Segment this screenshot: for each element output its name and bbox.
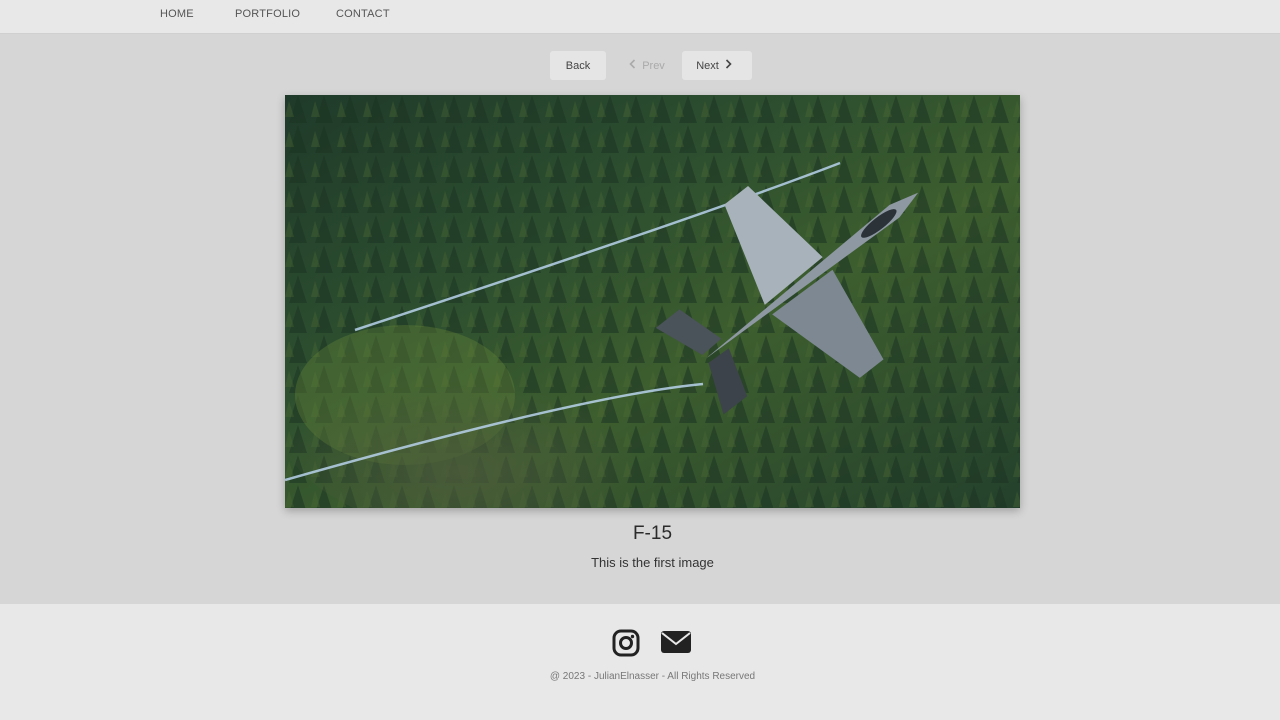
chevron-right-icon — [725, 59, 732, 72]
back-button-label: Back — [565, 59, 591, 72]
nav-home-link[interactable]: HOME — [160, 8, 194, 20]
next-button-label: Next — [696, 59, 719, 72]
email-icon[interactable] — [660, 629, 692, 660]
chevron-left-icon — [629, 59, 636, 72]
prev-button-label: Prev — [642, 59, 665, 72]
nav-portfolio-link[interactable]: PORTFOLIO — [235, 8, 300, 20]
copyright-text: @ 2023 - JulianElnasser - All Rights Res… — [549, 671, 756, 682]
top-navigation: HOME PORTFOLIO CONTACT — [0, 0, 1280, 34]
gallery-image — [285, 95, 1020, 508]
footer: @ 2023 - JulianElnasser - All Rights Res… — [0, 604, 1280, 720]
image-title: F-15 — [632, 523, 673, 544]
nav-contact-link[interactable]: CONTACT — [336, 8, 390, 20]
back-button[interactable]: Back — [550, 51, 606, 80]
image-description: This is the first image — [591, 555, 714, 570]
prev-button[interactable]: Prev — [612, 51, 676, 80]
next-button[interactable]: Next — [682, 51, 752, 80]
instagram-icon[interactable] — [612, 629, 640, 662]
